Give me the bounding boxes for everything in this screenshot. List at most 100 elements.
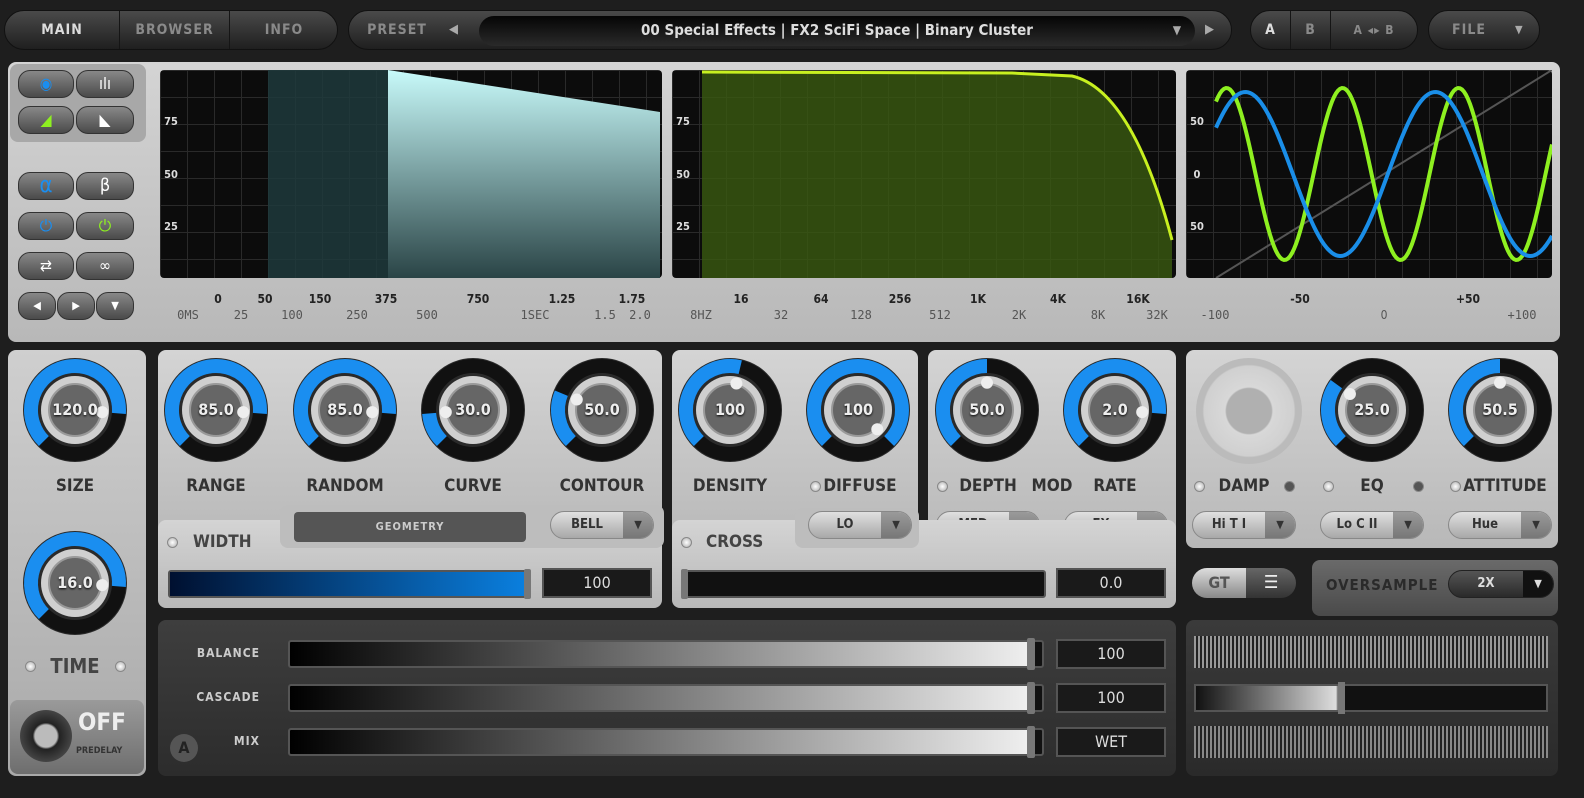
tab-main[interactable]: MAIN xyxy=(5,11,120,49)
label-random: RANDOM xyxy=(306,476,384,496)
oversample-label: OVERSAMPLE xyxy=(1326,576,1439,594)
knob-rate[interactable]: 2.0 xyxy=(1060,355,1170,465)
output-meter xyxy=(1194,726,1548,758)
input-meter xyxy=(1194,636,1548,668)
x-tick: 256 xyxy=(888,292,912,306)
x-tick: 1.25 xyxy=(548,292,576,306)
knob-eq[interactable]: 25.0 xyxy=(1317,355,1427,465)
spectrum-view-button[interactable]: ılı xyxy=(76,70,134,98)
y-tick: 75 xyxy=(676,115,690,128)
label-density: DENSITY xyxy=(692,476,768,496)
slider-cascade[interactable] xyxy=(288,682,1044,714)
beta-button[interactable]: β xyxy=(76,172,134,200)
a-to-b-button[interactable]: A ◂▸ B xyxy=(1331,11,1417,49)
preset-next-icon[interactable]: ▶ xyxy=(1205,22,1214,37)
eq-solo-led[interactable] xyxy=(1413,481,1424,492)
dropdown-value: BELL xyxy=(571,517,603,532)
decay-time-graph[interactable]: 75 50 25 xyxy=(160,70,662,278)
slider-value[interactable]: WET xyxy=(1056,727,1166,757)
preset-label: PRESET xyxy=(367,22,427,38)
label-range: RANGE xyxy=(186,476,246,496)
eq-view-button[interactable]: ◣ xyxy=(76,106,134,134)
eq-led[interactable] xyxy=(1323,481,1334,492)
diffuse-dropdown-front[interactable]: LO ▼ xyxy=(808,511,912,539)
time-led-right[interactable] xyxy=(115,661,126,672)
prev-arrow-button[interactable]: ◀ xyxy=(18,292,56,320)
knob-diffuse[interactable]: 100 xyxy=(803,355,913,465)
x-tick: 128 xyxy=(850,308,872,322)
preset-dropdown-icon[interactable]: ▼ xyxy=(1173,23,1181,37)
oversample-dropdown[interactable]: 2X ▼ xyxy=(1448,570,1554,598)
contour-dropdown-front[interactable]: BELL ▼ xyxy=(550,511,654,539)
eq-dropdown[interactable]: Lo C II ▼ xyxy=(1320,511,1424,539)
predelay-label: PREDELAY xyxy=(76,746,123,756)
depth-led[interactable] xyxy=(937,481,948,492)
cross-value[interactable]: 0.0 xyxy=(1056,568,1166,598)
knob-range[interactable]: 85.0 xyxy=(161,355,271,465)
predelay-toggle[interactable]: OFF PREDELAY xyxy=(10,700,144,774)
slider-label: CASCADE xyxy=(196,690,260,704)
slider-value[interactable]: 100 xyxy=(1056,639,1166,669)
damp-dropdown[interactable]: Hi T I ▼ xyxy=(1192,511,1296,539)
x-tick: 8K xyxy=(1090,308,1106,322)
slider-handle[interactable] xyxy=(1026,638,1035,670)
preset-prev-icon[interactable]: ◀ xyxy=(449,22,458,37)
slider-balance[interactable] xyxy=(288,638,1044,670)
predelay-button[interactable] xyxy=(20,710,72,762)
diffuse-led[interactable] xyxy=(810,481,821,492)
slider-handle[interactable] xyxy=(1026,726,1035,758)
knob-density[interactable]: 100 xyxy=(675,355,785,465)
x-tick: 2.0 xyxy=(629,308,651,322)
tab-info[interactable]: INFO xyxy=(230,11,338,49)
knob-contour[interactable]: 50.0 xyxy=(547,355,657,465)
link-button[interactable]: ∞ xyxy=(76,252,134,280)
slider-mix[interactable] xyxy=(288,726,1044,758)
knob-value: 85.0 xyxy=(198,400,234,419)
frequency-graph[interactable]: 75 50 25 xyxy=(672,70,1176,278)
envelope-view-button[interactable]: ◢ xyxy=(18,106,74,134)
power-green-button[interactable]: ⏻ xyxy=(76,212,134,240)
width-handle[interactable] xyxy=(524,569,531,599)
slider-value[interactable]: 100 xyxy=(1056,683,1166,713)
x-tick: 32 xyxy=(773,308,789,322)
cross-slider[interactable] xyxy=(681,569,1046,599)
damp-solo-led[interactable] xyxy=(1284,481,1295,492)
label-diffuse: DIFFUSE xyxy=(823,476,897,496)
knob-attitude[interactable]: 50.5 xyxy=(1445,355,1555,465)
cross-led[interactable] xyxy=(681,537,692,548)
eye-view-button[interactable]: ◉ xyxy=(18,70,74,98)
knob-random[interactable]: 85.0 xyxy=(290,355,400,465)
power-blue-button[interactable]: ⏻ xyxy=(18,212,74,240)
meter-slider[interactable] xyxy=(1194,682,1548,714)
width-value[interactable]: 100 xyxy=(542,568,652,598)
a-button[interactable]: A xyxy=(1251,11,1291,49)
attitude-dropdown[interactable]: Hue ▼ xyxy=(1448,511,1552,539)
list-view-button[interactable]: ☰ xyxy=(1246,568,1296,598)
alpha-button[interactable]: α xyxy=(18,172,74,200)
knob-depth[interactable]: 50.0 xyxy=(932,355,1042,465)
ct-button[interactable]: GT xyxy=(1192,568,1246,598)
time-led-left[interactable] xyxy=(25,661,36,672)
b-button[interactable]: B xyxy=(1291,11,1331,49)
swap-button[interactable]: ⇄ xyxy=(18,252,74,280)
knob-size[interactable]: 120.0 xyxy=(20,355,130,465)
knob-curve[interactable]: 30.0 xyxy=(418,355,528,465)
x-tick: -100 xyxy=(1200,308,1230,322)
tab-browser[interactable]: BROWSER xyxy=(120,11,230,49)
auto-icon[interactable]: A xyxy=(170,734,198,762)
stereo-graph[interactable]: 50 0 50 xyxy=(1186,70,1552,278)
preset-name-field[interactable]: 00 Special Effects | FX2 SciFi Space | B… xyxy=(479,16,1195,46)
width-led[interactable] xyxy=(167,537,178,548)
x-tick: 50 xyxy=(257,292,273,306)
knob-time[interactable]: 16.0 xyxy=(20,528,130,638)
slider-handle[interactable] xyxy=(1026,682,1035,714)
attitude-led[interactable] xyxy=(1450,481,1461,492)
width-slider[interactable] xyxy=(168,569,531,599)
damp-knob-empty[interactable] xyxy=(1196,358,1302,464)
file-menu[interactable]: FILE ▼ xyxy=(1428,10,1540,50)
down-arrow-button[interactable]: ▼ xyxy=(96,292,134,320)
meter-slider-handle[interactable] xyxy=(1338,682,1345,714)
damp-led[interactable] xyxy=(1194,481,1205,492)
cross-handle[interactable] xyxy=(681,569,688,599)
next-arrow-button[interactable]: ▶ xyxy=(57,292,95,320)
